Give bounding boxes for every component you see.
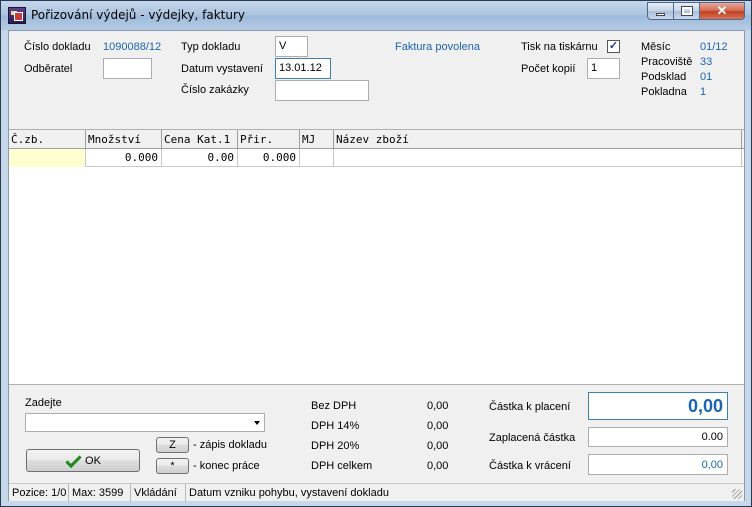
dph20-value: 0,00 <box>427 440 449 452</box>
command-combobox[interactable] <box>25 413 265 432</box>
pracoviste-value: 33 <box>700 56 713 68</box>
podsklad-value: 01 <box>700 71 713 83</box>
typ-dokladu-label: Typ dokladu <box>181 41 241 53</box>
dph14-value: 0,00 <box>427 420 449 432</box>
resize-grip-icon[interactable] <box>732 489 742 499</box>
pocet-kopii-label: Počet kopií <box>521 63 576 75</box>
pracoviste-label: Pracoviště <box>641 56 693 68</box>
cell-mj[interactable] <box>300 149 334 167</box>
faktura-povolena-text: Faktura povolena <box>395 41 480 53</box>
zadejte-label: Zadejte <box>25 397 62 409</box>
konec-key-button[interactable]: * <box>156 458 189 474</box>
tisk-label: Tisk na tiskárnu <box>521 41 598 53</box>
maximize-button[interactable] <box>674 2 700 20</box>
bez-dph-value: 0,00 <box>427 400 449 412</box>
minimize-icon <box>656 12 665 16</box>
cell-cislo-zbozi[interactable] <box>9 149 86 167</box>
column-header-cena[interactable]: Cena Kat.1 <box>162 130 238 149</box>
dph20-label: DPH 20% <box>311 440 360 452</box>
cell-prirazka[interactable]: 0.000 <box>238 149 300 167</box>
cislo-dokladu-value: 1090088/12 <box>103 41 162 53</box>
minimize-button[interactable] <box>647 2 674 20</box>
cislo-dokladu-label: Číslo dokladu <box>24 41 91 53</box>
zaplacena-castka-label: Zaplacená částka <box>489 432 576 444</box>
ok-button[interactable]: OK <box>26 449 140 472</box>
pokladna-label: Pokladna <box>641 86 687 98</box>
dph-celkem-label: DPH celkem <box>311 460 373 472</box>
bez-dph-label: Bez DPH <box>311 400 357 412</box>
cell-cena[interactable]: 0.00 <box>162 149 238 167</box>
table-row[interactable]: 0.000 0.00 0.000 <box>9 149 744 167</box>
pocet-kopii-field[interactable]: 1 <box>587 58 620 79</box>
odberatel-label: Odběratel <box>24 63 73 75</box>
status-max: Max: 3599 <box>69 484 131 502</box>
pokladna-value: 1 <box>700 86 707 98</box>
mesic-label: Měsíc <box>641 41 671 53</box>
tisk-checkbox[interactable]: ✓ <box>607 40 620 53</box>
column-header-mnozstvi[interactable]: Množství <box>86 130 162 149</box>
castka-k-vraceni-value: 0,00 <box>588 454 728 475</box>
grid-header: Č.zb. Množství Cena Kat.1 Přir. MJ Název… <box>9 130 744 149</box>
cislo-zakazky-label: Číslo zakázky <box>181 84 249 96</box>
close-button[interactable]: ✕ <box>700 2 745 20</box>
odberatel-field[interactable] <box>103 58 152 79</box>
zaplacena-castka-field[interactable]: 0.00 <box>588 427 728 447</box>
status-pozice: Pozice: 1/0 <box>9 484 69 502</box>
mesic-value: 01/12 <box>700 41 728 53</box>
cell-nazev[interactable] <box>334 149 742 167</box>
client-area: Číslo dokladu 1090088/12 Odběratel Typ d… <box>8 30 745 502</box>
window-controls: ✕ <box>647 2 745 21</box>
title-bar[interactable]: Pořizování výdejů - výdejky, faktury ✕ <box>1 1 751 30</box>
status-bar: Pozice: 1/0 Max: 3599 Vkládání Datum vzn… <box>9 483 744 502</box>
ok-label: OK <box>85 454 101 467</box>
column-header-prirazka[interactable]: Přir. <box>238 130 300 149</box>
datum-vystaveni-label: Datum vystavení <box>181 63 263 75</box>
zapis-key-button[interactable]: Z <box>156 437 189 453</box>
checkmark-icon <box>65 454 81 468</box>
app-window: Pořizování výdejů - výdejky, faktury ✕ Č… <box>0 0 752 507</box>
column-header-cislo-zbozi[interactable]: Č.zb. <box>9 130 86 149</box>
konec-description: - konec práce <box>193 460 260 472</box>
dph-celkem-value: 0,00 <box>427 460 449 472</box>
window-title: Pořizování výdejů - výdejky, faktury <box>31 8 246 22</box>
items-grid[interactable]: Č.zb. Množství Cena Kat.1 Přir. MJ Název… <box>9 129 744 385</box>
castka-k-placeni-value: 0,00 <box>588 392 728 420</box>
typ-dokladu-field[interactable]: V <box>275 36 308 57</box>
column-header-mj[interactable]: MJ <box>300 130 334 149</box>
datum-vystaveni-field[interactable]: 13.01.12 <box>275 58 331 79</box>
column-header-nazev[interactable]: Název zboží <box>334 130 742 149</box>
close-icon: ✕ <box>716 3 728 18</box>
maximize-icon <box>680 6 693 16</box>
status-mode: Vkládání <box>131 484 186 502</box>
app-icon[interactable] <box>8 7 26 24</box>
castka-k-vraceni-label: Částka k vrácení <box>489 460 571 472</box>
cell-mnozstvi[interactable]: 0.000 <box>86 149 162 167</box>
zapis-description: - zápis dokladu <box>193 439 267 451</box>
castka-k-placeni-label: Částka k placení <box>489 401 571 413</box>
dph14-label: DPH 14% <box>311 420 360 432</box>
chevron-down-icon[interactable] <box>254 421 260 425</box>
cislo-zakazky-field[interactable] <box>275 80 369 101</box>
status-hint: Datum vzniku pohybu, vystavení dokladu <box>189 487 389 499</box>
podsklad-label: Podsklad <box>641 71 687 83</box>
